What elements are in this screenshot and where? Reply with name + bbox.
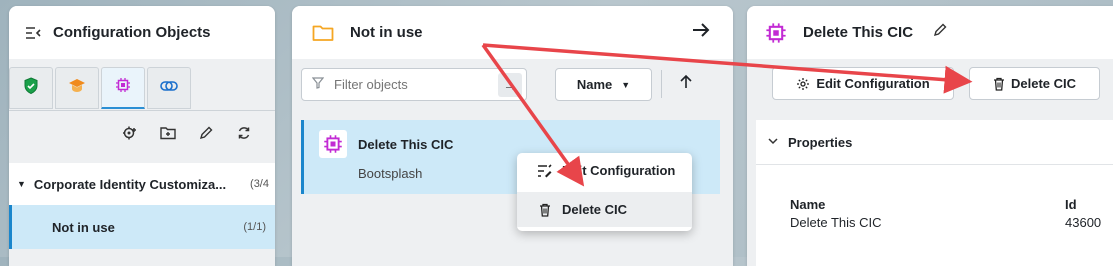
pencil-icon[interactable] [197, 124, 215, 142]
property-value: Delete This CIC [790, 215, 882, 230]
tab-education[interactable] [55, 67, 99, 109]
item-title: Delete This CIC [358, 137, 454, 152]
object-type-tabs [9, 67, 193, 111]
trash-icon [537, 203, 553, 217]
tabs-divider [9, 110, 275, 111]
property-id: Id 43600 [1065, 197, 1101, 230]
toolbar-divider [661, 70, 662, 98]
filter-submit-button[interactable]: → [498, 73, 522, 97]
property-key: Name [790, 197, 826, 212]
edit-configuration-button[interactable]: Edit Configuration [772, 67, 954, 100]
sort-field-dropdown[interactable]: Name ▼ [555, 68, 652, 101]
sort-direction-button[interactable] [679, 74, 693, 95]
trash-icon [993, 77, 1005, 91]
property-key: Id [1065, 197, 1077, 212]
tree-item-count: (1/1) [243, 221, 266, 233]
delete-cic-button[interactable]: Delete CIC [969, 67, 1100, 100]
properties-section: Properties Name Delete This CIC Id 43600 [756, 120, 1113, 266]
shield-icon [23, 76, 39, 100]
caret-down-icon: ▼ [17, 179, 26, 189]
folder-icon [312, 24, 334, 42]
properties-toggle[interactable]: Properties [756, 120, 1113, 164]
graduation-cap-icon [68, 77, 86, 100]
object-detail-panel: Delete This CIC Edit Configuration Delet… [747, 6, 1113, 266]
add-config-icon[interactable] [121, 124, 139, 142]
item-subtitle: Bootsplash [358, 166, 423, 181]
filter-input[interactable] [332, 76, 486, 93]
wrench-icon [537, 163, 553, 178]
panel-header: Delete This CIC [747, 6, 1113, 59]
collapse-menu-icon[interactable] [25, 26, 41, 40]
object-tree: ▼ Corporate Identity Customiza... (3/4 N… [9, 163, 275, 249]
panel-header: Configuration Objects [9, 6, 275, 59]
tab-cic[interactable] [101, 67, 145, 109]
context-menu-edit-configuration[interactable]: Edit Configuration [517, 153, 692, 188]
tree-toolbar [121, 124, 253, 142]
context-menu: Edit Configuration Delete CIC [517, 153, 692, 231]
arrow-right-icon[interactable] [691, 21, 711, 45]
tab-links[interactable] [147, 67, 191, 109]
arrow-up-icon [679, 74, 693, 94]
tree-item-not-in-use[interactable]: Not in use (1/1) [9, 205, 275, 249]
tree-group-count: (3/4 [250, 178, 269, 190]
panel-title: Configuration Objects [53, 24, 211, 41]
chip-icon [115, 77, 131, 98]
properties-heading: Properties [788, 134, 853, 150]
caret-down-icon: ▼ [621, 79, 631, 90]
tree-group-corporate-identity[interactable]: ▼ Corporate Identity Customiza... (3/4 [9, 163, 275, 205]
delete-cic-label: Delete CIC [1010, 76, 1077, 91]
context-menu-delete-label: Delete CIC [562, 202, 628, 217]
edit-configuration-label: Edit Configuration [816, 76, 930, 91]
context-menu-edit-label: Edit Configuration [562, 163, 676, 178]
gear-icon [796, 77, 810, 91]
property-name: Name Delete This CIC [790, 197, 882, 230]
chevron-down-icon [768, 137, 778, 148]
panel-title: Delete This CIC [803, 24, 914, 41]
arrow-right-icon: → [503, 77, 517, 93]
context-menu-delete-cic[interactable]: Delete CIC [517, 192, 692, 227]
link-icon [160, 78, 178, 99]
configuration-objects-panel: Configuration Objects ▼ Corporate Identi… [9, 6, 275, 266]
sort-field-label: Name [576, 77, 613, 92]
filter-objects-field: → [301, 68, 527, 101]
panel-title: Not in use [350, 24, 423, 41]
pencil-icon[interactable] [933, 23, 947, 42]
tree-group-label: Corporate Identity Customiza... [33, 176, 227, 192]
panel-header: Not in use [292, 6, 733, 59]
chip-icon [765, 22, 787, 44]
filter-icon [311, 77, 325, 92]
new-folder-icon[interactable] [159, 124, 177, 142]
chip-icon [319, 130, 347, 158]
properties-divider [756, 164, 1113, 165]
tree-item-label: Not in use [52, 219, 115, 235]
tab-shield[interactable] [9, 67, 53, 109]
property-value: 43600 [1065, 215, 1102, 230]
refresh-icon[interactable] [235, 124, 253, 142]
